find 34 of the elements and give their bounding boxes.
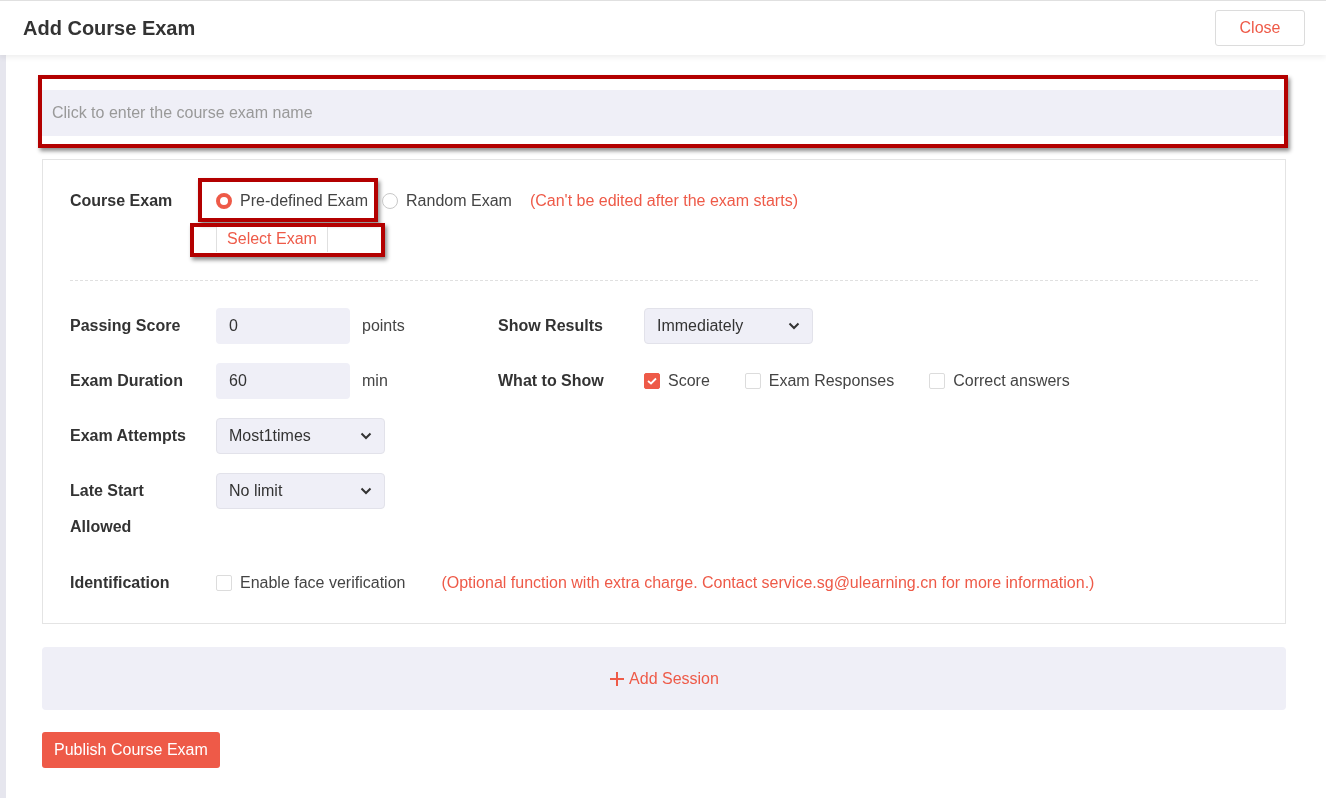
field-label: Exam Attempts	[70, 426, 187, 446]
number-field[interactable]: 0	[216, 308, 350, 344]
checkbox-label: Exam Responses	[768, 371, 895, 391]
radio-label: Pre-defined Exam	[240, 191, 369, 211]
radio-label: Random Exam	[406, 191, 512, 211]
unit-label: min	[362, 371, 388, 391]
chevron-down-icon	[788, 322, 800, 330]
dropdown[interactable]: Immediately	[644, 308, 813, 344]
dialog-title: Add Course Exam	[23, 16, 196, 41]
field-label: Identification	[70, 573, 171, 593]
exam-name-field[interactable]: Click to enter the course exam name	[42, 90, 1286, 136]
field-label: Passing Score	[70, 316, 182, 336]
close-button[interactable]: Close	[1215, 10, 1305, 46]
info-note: (Optional function with extra charge. Contact service.sg@ulearning.cn for more information.)	[441, 573, 1095, 593]
checkbox-label: Correct answers	[953, 371, 1070, 391]
radio-button[interactable]	[382, 193, 399, 209]
field-label: Exam Duration	[70, 371, 184, 391]
checkmark-icon	[647, 377, 657, 385]
field-label: Show Results	[498, 316, 604, 336]
checkbox[interactable]	[644, 373, 660, 389]
field-label: Late Start Allowed	[70, 481, 145, 537]
plus-icon	[609, 670, 626, 687]
radio-button[interactable]	[216, 193, 232, 209]
checkbox-label: Enable face verification	[240, 573, 406, 593]
checkbox-label: Score	[668, 371, 710, 391]
number-field[interactable]: 60	[216, 363, 350, 399]
chevron-down-icon	[360, 432, 372, 440]
field-label: What to Show	[498, 371, 605, 391]
field-label: Course Exam	[70, 191, 174, 211]
dropdown[interactable]: Most1times	[216, 418, 385, 454]
dropdown[interactable]: No limit	[216, 473, 385, 509]
warning-note: (Can't be edited after the exam starts)	[529, 191, 798, 211]
unit-label: points	[362, 316, 405, 336]
chevron-down-icon	[360, 487, 372, 495]
